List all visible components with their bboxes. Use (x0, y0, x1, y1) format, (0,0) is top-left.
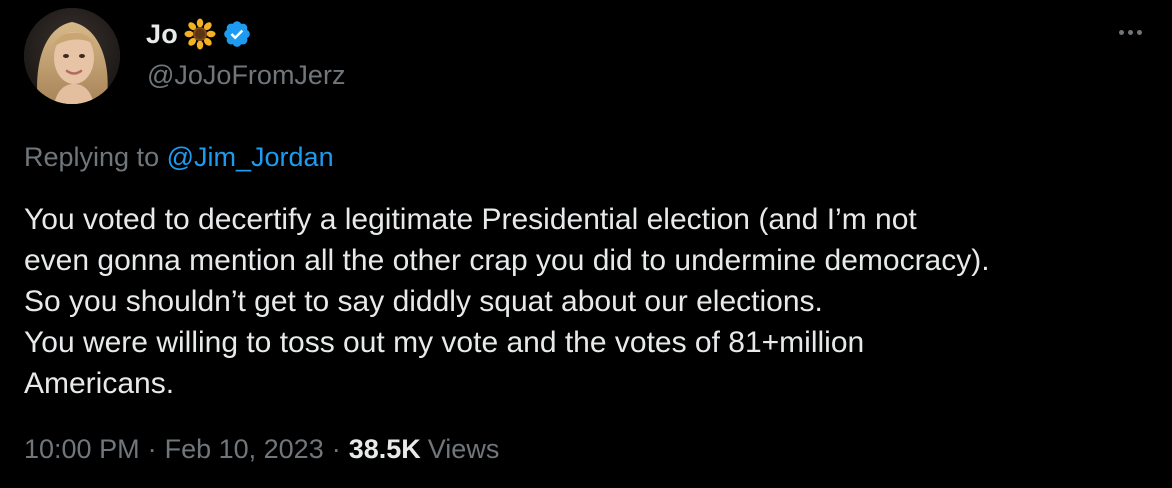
verified-badge-icon[interactable] (222, 19, 252, 49)
avatar-image (24, 8, 120, 104)
replying-to: Replying to @Jim_Jordan (24, 142, 334, 173)
views-label: Views (427, 434, 500, 464)
tweet-card: Jo @JoJoFromJerz Replying to @Jim_Jordan… (0, 0, 1172, 488)
avatar[interactable] (24, 8, 120, 104)
tweet-date[interactable]: Feb 10, 2023 (165, 434, 324, 465)
tweet-text: You voted to decertify a legitimate Pres… (24, 203, 990, 400)
sunflower-icon (184, 18, 216, 50)
author-name-row: Jo (146, 14, 252, 54)
display-name[interactable]: Jo (146, 19, 178, 50)
tweet-meta: 10:00 PM · Feb 10, 2023 · 38.5K Views (24, 434, 499, 465)
more-options-button[interactable] (1108, 14, 1152, 50)
more-dot-icon (1136, 29, 1142, 35)
views-count: 38.5K (348, 434, 421, 464)
meta-separator: · (331, 434, 341, 464)
replying-prefix: Replying to (24, 142, 160, 172)
more-dot-icon (1118, 29, 1124, 35)
reply-mention-link[interactable]: @Jim_Jordan (167, 142, 334, 172)
tweet-time[interactable]: 10:00 PM (24, 434, 140, 465)
author-handle[interactable]: @JoJoFromJerz (147, 60, 345, 91)
meta-separator: · (147, 434, 157, 464)
more-dot-icon (1127, 29, 1133, 35)
